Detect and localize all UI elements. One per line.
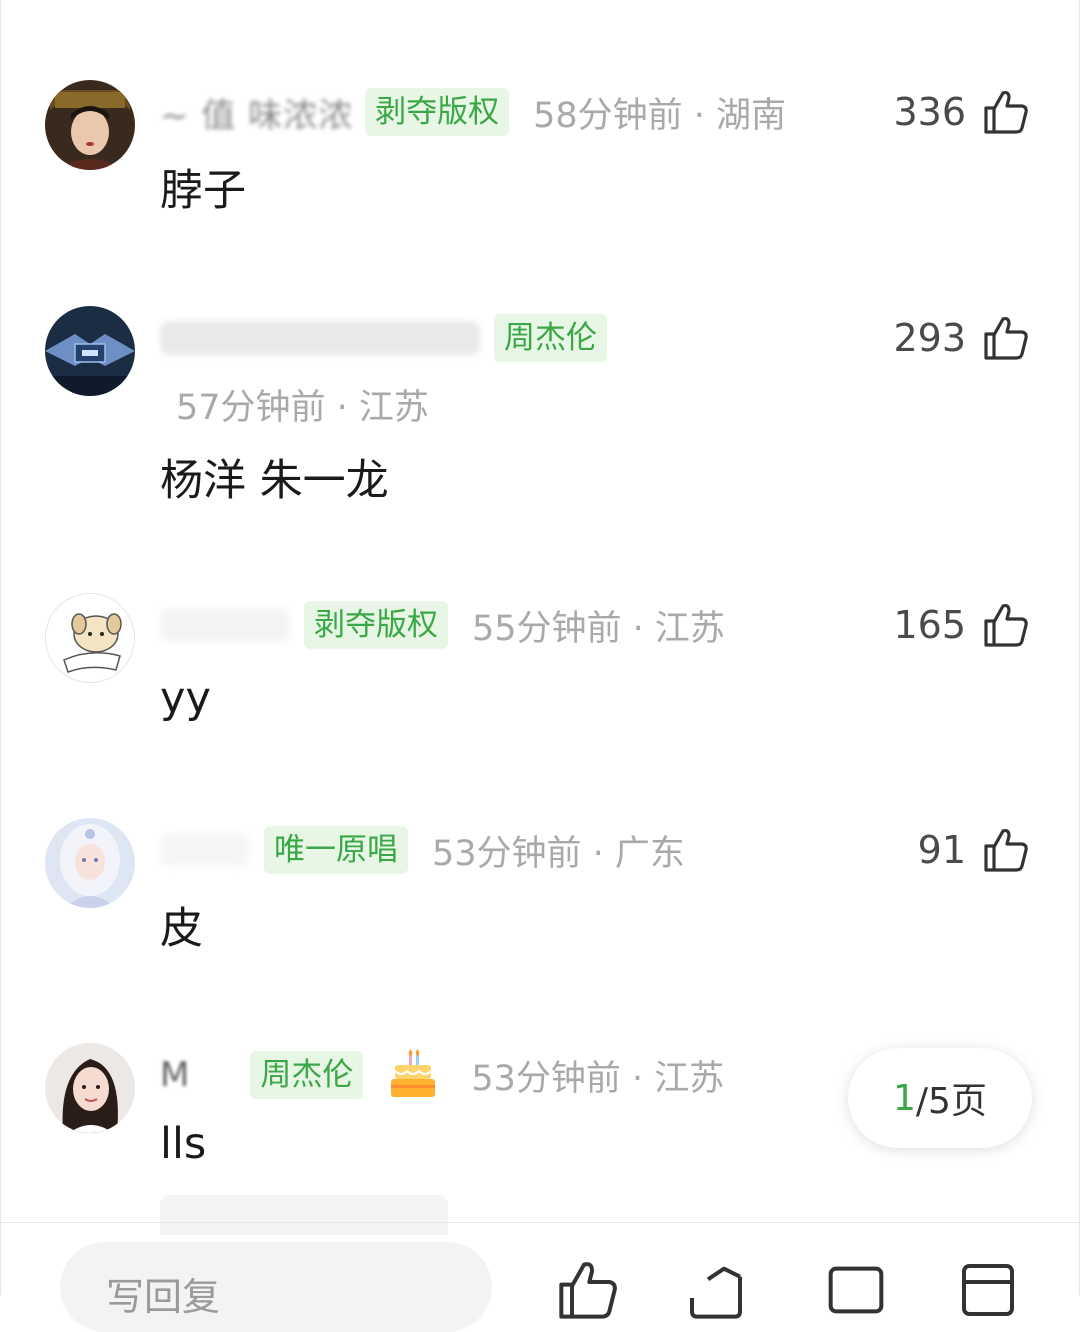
badge[interactable]: 剥夺版权 [304, 601, 448, 649]
like-count: 91 [917, 828, 966, 872]
username-redacted[interactable] [160, 321, 480, 355]
time-location: 58分钟前 · 湖南 [533, 95, 787, 136]
thumbs-up-icon [984, 828, 1028, 872]
left-frame-edge [0, 0, 1, 1295]
badge[interactable]: 唯一原唱 [264, 826, 408, 874]
comment-text: 皮 [160, 904, 203, 954]
like-count: 293 [893, 316, 966, 360]
avatar[interactable] [45, 818, 135, 908]
page-total: /5页 [915, 1081, 987, 1122]
write-reply-placeholder: 写回复 [106, 1275, 221, 1319]
time-location: 55分钟前 · 江苏 [472, 608, 725, 649]
time-location: 53分钟前 · 江苏 [471, 1058, 725, 1099]
like-button[interactable]: 293 [893, 308, 1030, 368]
username-redacted[interactable] [160, 608, 290, 642]
birthday-cake-icon [391, 1049, 436, 1097]
thumbs-up-icon[interactable] [556, 1258, 620, 1322]
favorite-icon[interactable] [956, 1258, 1020, 1322]
badge[interactable]: 剥夺版权 [365, 88, 510, 136]
time-location: 57分钟前 · 江苏 [176, 387, 429, 428]
page-indicator[interactable]: 1/5页 [848, 1048, 1032, 1148]
comment-icon[interactable] [824, 1258, 888, 1322]
thumbs-up-icon [984, 603, 1028, 647]
like-count: 336 [893, 90, 966, 134]
reply-preview-box[interactable] [160, 1195, 448, 1235]
comment-text: lls [160, 1119, 207, 1169]
badge[interactable]: 周杰伦 [494, 314, 607, 362]
like-button[interactable]: 165 [893, 595, 1030, 655]
badge[interactable]: 周杰伦 [250, 1051, 364, 1099]
like-count: 165 [893, 603, 966, 647]
thumbs-up-icon [984, 90, 1028, 134]
comment-text: 杨洋 朱一龙 [160, 456, 389, 506]
like-button[interactable]: 91 [918, 820, 1030, 880]
username[interactable]: ~ 值 味浓浓 [160, 88, 353, 137]
comment-text: yy [160, 673, 211, 723]
avatar[interactable] [45, 1043, 135, 1133]
comment-text: 脖子 [160, 166, 246, 216]
avatar[interactable] [45, 80, 135, 170]
username[interactable]: M [160, 1055, 190, 1095]
bottom-bar-divider [0, 1222, 1080, 1223]
username-redacted[interactable] [160, 833, 250, 867]
avatar[interactable] [45, 593, 135, 683]
page-current: 1 [893, 1077, 916, 1119]
avatar[interactable] [45, 306, 135, 396]
time-location: 53分钟前 · 广东 [432, 833, 685, 874]
thumbs-up-icon [984, 316, 1028, 360]
like-button[interactable]: 336 [893, 82, 1030, 142]
write-reply-input[interactable]: 写回复 [60, 1242, 492, 1332]
share-icon[interactable] [684, 1258, 748, 1322]
